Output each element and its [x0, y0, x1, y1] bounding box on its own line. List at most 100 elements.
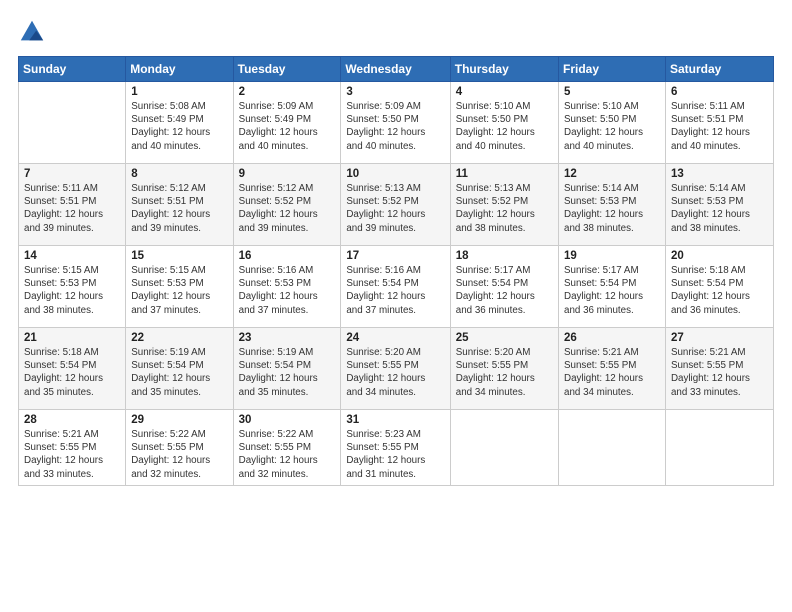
weekday-header-monday: Monday	[126, 57, 233, 82]
day-info: Sunrise: 5:19 AM Sunset: 5:54 PM Dayligh…	[131, 346, 227, 399]
calendar-cell: 25Sunrise: 5:20 AM Sunset: 5:55 PM Dayli…	[450, 328, 558, 410]
logo	[18, 18, 50, 46]
day-info: Sunrise: 5:17 AM Sunset: 5:54 PM Dayligh…	[564, 264, 660, 317]
calendar-cell: 13Sunrise: 5:14 AM Sunset: 5:53 PM Dayli…	[665, 164, 773, 246]
day-info: Sunrise: 5:09 AM Sunset: 5:50 PM Dayligh…	[346, 100, 444, 153]
week-row-5: 28Sunrise: 5:21 AM Sunset: 5:55 PM Dayli…	[19, 410, 774, 486]
day-info: Sunrise: 5:12 AM Sunset: 5:51 PM Dayligh…	[131, 182, 227, 235]
week-row-4: 21 Sunrise: 5:18 AM Sunset: 5:54 PM Dayli…	[19, 328, 774, 410]
day-info: Sunrise: 5:18 AM Sunset: 5:54 PM Dayligh…	[24, 346, 120, 399]
day-info: Sunrise: 5:12 AM Sunset: 5:52 PM Dayligh…	[239, 182, 336, 235]
calendar-cell: 19 Sunrise: 5:17 AM Sunset: 5:54 PM Dayli…	[559, 246, 666, 328]
calendar-cell: 27Sunrise: 5:21 AM Sunset: 5:55 PM Dayli…	[665, 328, 773, 410]
calendar-cell: 3 Sunrise: 5:09 AM Sunset: 5:50 PM Daylig…	[341, 82, 450, 164]
day-number: 20	[671, 250, 768, 262]
day-number: 9	[239, 168, 336, 180]
logo-icon	[18, 18, 46, 46]
day-info: Sunrise: 5:09 AM Sunset: 5:49 PM Dayligh…	[239, 100, 336, 153]
day-info: Sunrise: 5:20 AM Sunset: 5:55 PM Dayligh…	[456, 346, 553, 399]
day-info: Sunrise: 5:14 AM Sunset: 5:53 PM Dayligh…	[564, 182, 660, 235]
day-info: Sunrise: 5:14 AM Sunset: 5:53 PM Dayligh…	[671, 182, 768, 235]
day-info: Sunrise: 5:15 AM Sunset: 5:53 PM Dayligh…	[24, 264, 120, 317]
day-number: 5	[564, 86, 660, 98]
day-number: 8	[131, 168, 227, 180]
weekday-header-saturday: Saturday	[665, 57, 773, 82]
header	[18, 18, 774, 46]
day-number: 14	[24, 250, 120, 262]
calendar-cell: 31Sunrise: 5:23 AM Sunset: 5:55 PM Dayli…	[341, 410, 450, 486]
weekday-header-thursday: Thursday	[450, 57, 558, 82]
day-number: 17	[346, 250, 444, 262]
day-number: 16	[239, 250, 336, 262]
day-number: 19	[564, 250, 660, 262]
week-row-1: 1Sunrise: 5:08 AM Sunset: 5:49 PM Daylig…	[19, 82, 774, 164]
calendar-cell: 12Sunrise: 5:14 AM Sunset: 5:53 PM Dayli…	[559, 164, 666, 246]
day-info: Sunrise: 5:16 AM Sunset: 5:53 PM Dayligh…	[239, 264, 336, 317]
day-info: Sunrise: 5:17 AM Sunset: 5:54 PM Dayligh…	[456, 264, 553, 317]
day-number: 29	[131, 414, 227, 426]
calendar-cell: 5Sunrise: 5:10 AM Sunset: 5:50 PM Daylig…	[559, 82, 666, 164]
day-number: 21	[24, 332, 120, 344]
day-number: 18	[456, 250, 553, 262]
day-number: 7	[24, 168, 120, 180]
weekday-header-wednesday: Wednesday	[341, 57, 450, 82]
calendar-cell: 16 Sunrise: 5:16 AM Sunset: 5:53 PM Dayli…	[233, 246, 341, 328]
day-number: 30	[239, 414, 336, 426]
calendar-cell: 22 Sunrise: 5:19 AM Sunset: 5:54 PM Dayli…	[126, 328, 233, 410]
day-info: Sunrise: 5:22 AM Sunset: 5:55 PM Dayligh…	[131, 428, 227, 481]
calendar-cell: 14 Sunrise: 5:15 AM Sunset: 5:53 PM Dayli…	[19, 246, 126, 328]
calendar-cell: 26Sunrise: 5:21 AM Sunset: 5:55 PM Dayli…	[559, 328, 666, 410]
page: SundayMondayTuesdayWednesdayThursdayFrid…	[0, 0, 792, 612]
day-number: 10	[346, 168, 444, 180]
day-info: Sunrise: 5:11 AM Sunset: 5:51 PM Dayligh…	[24, 182, 120, 235]
day-info: Sunrise: 5:20 AM Sunset: 5:55 PM Dayligh…	[346, 346, 444, 399]
day-info: Sunrise: 5:22 AM Sunset: 5:55 PM Dayligh…	[239, 428, 336, 481]
calendar-cell: 30 Sunrise: 5:22 AM Sunset: 5:55 PM Dayli…	[233, 410, 341, 486]
calendar-cell	[450, 410, 558, 486]
calendar-cell: 1Sunrise: 5:08 AM Sunset: 5:49 PM Daylig…	[126, 82, 233, 164]
calendar: SundayMondayTuesdayWednesdayThursdayFrid…	[18, 56, 774, 486]
day-number: 1	[131, 86, 227, 98]
day-number: 31	[346, 414, 444, 426]
calendar-cell: 17Sunrise: 5:16 AM Sunset: 5:54 PM Dayli…	[341, 246, 450, 328]
calendar-cell: 21 Sunrise: 5:18 AM Sunset: 5:54 PM Dayli…	[19, 328, 126, 410]
calendar-cell: 23 Sunrise: 5:19 AM Sunset: 5:54 PM Dayli…	[233, 328, 341, 410]
calendar-cell: 8 Sunrise: 5:12 AM Sunset: 5:51 PM Daylig…	[126, 164, 233, 246]
day-number: 2	[239, 86, 336, 98]
day-info: Sunrise: 5:13 AM Sunset: 5:52 PM Dayligh…	[456, 182, 553, 235]
weekday-header-friday: Friday	[559, 57, 666, 82]
day-number: 15	[131, 250, 227, 262]
week-row-3: 14 Sunrise: 5:15 AM Sunset: 5:53 PM Dayli…	[19, 246, 774, 328]
day-number: 23	[239, 332, 336, 344]
day-number: 22	[131, 332, 227, 344]
day-number: 3	[346, 86, 444, 98]
day-number: 24	[346, 332, 444, 344]
calendar-cell: 4Sunrise: 5:10 AM Sunset: 5:50 PM Daylig…	[450, 82, 558, 164]
calendar-cell: 10 Sunrise: 5:13 AM Sunset: 5:52 PM Dayli…	[341, 164, 450, 246]
day-number: 11	[456, 168, 553, 180]
calendar-cell: 6 Sunrise: 5:11 AM Sunset: 5:51 PM Daylig…	[665, 82, 773, 164]
weekday-header-sunday: Sunday	[19, 57, 126, 82]
calendar-cell: 28Sunrise: 5:21 AM Sunset: 5:55 PM Dayli…	[19, 410, 126, 486]
calendar-cell: 15 Sunrise: 5:15 AM Sunset: 5:53 PM Dayli…	[126, 246, 233, 328]
day-info: Sunrise: 5:18 AM Sunset: 5:54 PM Dayligh…	[671, 264, 768, 317]
calendar-cell: 29 Sunrise: 5:22 AM Sunset: 5:55 PM Dayli…	[126, 410, 233, 486]
day-number: 4	[456, 86, 553, 98]
calendar-cell: 2 Sunrise: 5:09 AM Sunset: 5:49 PM Daylig…	[233, 82, 341, 164]
day-info: Sunrise: 5:19 AM Sunset: 5:54 PM Dayligh…	[239, 346, 336, 399]
calendar-cell: 20 Sunrise: 5:18 AM Sunset: 5:54 PM Dayli…	[665, 246, 773, 328]
weekday-header-row: SundayMondayTuesdayWednesdayThursdayFrid…	[19, 57, 774, 82]
calendar-cell: 18 Sunrise: 5:17 AM Sunset: 5:54 PM Dayli…	[450, 246, 558, 328]
calendar-cell	[665, 410, 773, 486]
day-info: Sunrise: 5:15 AM Sunset: 5:53 PM Dayligh…	[131, 264, 227, 317]
calendar-cell: 7 Sunrise: 5:11 AM Sunset: 5:51 PM Daylig…	[19, 164, 126, 246]
weekday-header-tuesday: Tuesday	[233, 57, 341, 82]
day-number: 28	[24, 414, 120, 426]
day-number: 27	[671, 332, 768, 344]
day-number: 6	[671, 86, 768, 98]
calendar-cell: 9 Sunrise: 5:12 AM Sunset: 5:52 PM Daylig…	[233, 164, 341, 246]
week-row-2: 7 Sunrise: 5:11 AM Sunset: 5:51 PM Daylig…	[19, 164, 774, 246]
day-info: Sunrise: 5:13 AM Sunset: 5:52 PM Dayligh…	[346, 182, 444, 235]
calendar-cell	[559, 410, 666, 486]
day-info: Sunrise: 5:11 AM Sunset: 5:51 PM Dayligh…	[671, 100, 768, 153]
